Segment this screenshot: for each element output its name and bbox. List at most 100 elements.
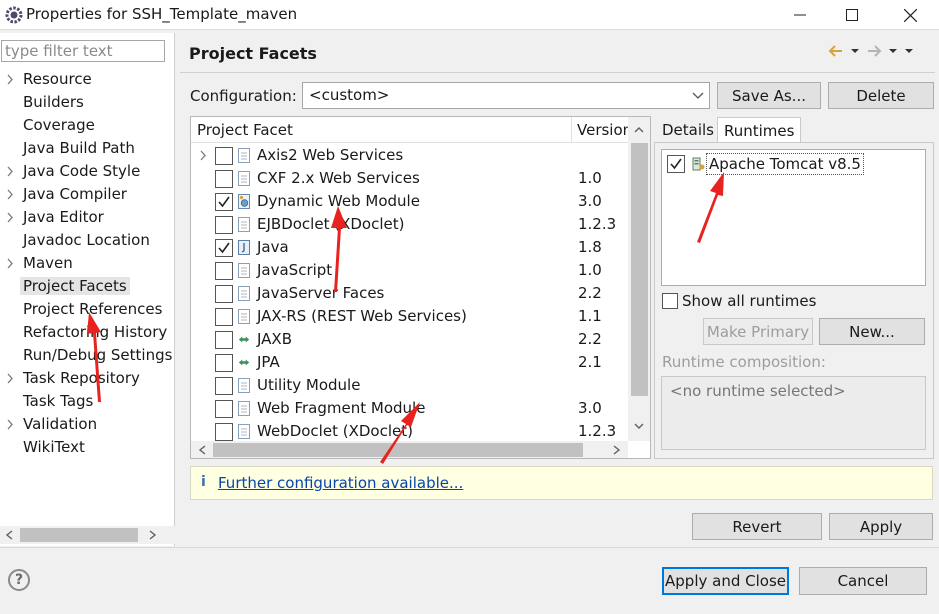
checkmark-icon [218,196,230,208]
revert-button[interactable]: Revert [692,513,822,540]
minimize-icon [794,14,806,16]
chevron-down-icon[interactable] [850,47,860,55]
make-primary-button[interactable]: Make Primary [703,318,813,345]
checkbox[interactable] [662,293,678,309]
tab-runtimes[interactable]: Runtimes [717,117,802,143]
configuration-select[interactable]: <custom> [302,82,710,109]
sidebar-item[interactable]: Task Repository [0,367,175,390]
facet-row[interactable]: JavaScript 1.0 [191,259,628,282]
runtime-checkbox[interactable] [667,155,685,173]
facet-row[interactable]: Axis2 Web Services [191,144,628,167]
filter-input[interactable] [1,40,165,62]
close-button[interactable] [887,0,933,30]
facet-name: Axis2 Web Services [257,146,404,164]
facet-checkbox[interactable] [215,216,233,234]
facets-table: Project Facet Version Axis2 Web Services… [190,116,651,459]
sidebar-item[interactable]: Coverage [0,114,175,137]
scrollbar-graphic [631,127,648,429]
column-header-version[interactable]: Version [572,117,628,142]
facet-checkbox[interactable] [215,423,233,441]
save-as-button[interactable]: Save As... [717,82,821,109]
sidebar-item[interactable]: Project References [0,298,175,321]
chevron-down-icon [692,83,704,117]
facet-checkbox[interactable] [215,170,233,188]
facet-version: 3.0 [578,192,602,210]
apply-and-close-button[interactable]: Apply and Close [662,567,789,595]
facet-row[interactable]: CXF 2.x Web Services 1.0 [191,167,628,190]
maximize-button[interactable] [829,0,875,30]
facet-document-icon [238,217,250,232]
table-horizontal-scrollbar[interactable] [191,441,628,458]
sidebar-item[interactable]: Validation [0,413,175,436]
facet-document-icon [238,401,250,416]
facet-row[interactable]: WebDoclet (XDoclet) 1.2.3 [191,420,628,443]
minimize-button[interactable] [777,0,823,30]
sidebar-item[interactable]: Builders [0,91,175,114]
sidebar-item-label: Project References [23,300,163,318]
facet-checkbox[interactable] [215,354,233,372]
scrollbar-graphic [198,443,621,457]
facet-version: 1.0 [578,261,602,279]
facet-name: Dynamic Web Module [257,192,420,210]
tab-details[interactable]: Details [656,117,720,143]
facet-row[interactable]: JPA 2.1 [191,351,628,374]
facet-row[interactable]: JAX-RS (REST Web Services) 1.1 [191,305,628,328]
runtime-composition-box: <no runtime selected> [661,376,926,450]
apply-button[interactable]: Apply [829,513,933,540]
maximize-icon [846,9,858,21]
facet-row[interactable]: JAXB 2.2 [191,328,628,351]
back-arrow-icon[interactable] [828,44,844,58]
facet-name: EJBDoclet (XDoclet) [257,215,405,233]
sidebar-item[interactable]: Project Facets [0,275,175,298]
sidebar-item[interactable]: Java Compiler [0,183,175,206]
sidebar-item[interactable]: Resource [0,68,175,91]
facet-version: 2.1 [578,353,602,371]
facet-version: 1.0 [578,169,602,187]
facet-checkbox[interactable] [215,377,233,395]
further-configuration-link[interactable]: Further configuration available... [218,474,463,492]
facet-checkbox[interactable] [215,147,233,165]
cancel-button[interactable]: Cancel [799,567,927,595]
sidebar-item[interactable]: Run/Debug Settings [0,344,175,367]
page-navigation [828,42,933,60]
facet-document-icon [238,378,250,393]
sidebar-item[interactable]: Maven [0,252,175,275]
sidebar-horizontal-scrollbar[interactable] [0,526,175,544]
facet-row[interactable]: EJBDoclet (XDoclet) 1.2.3 [191,213,628,236]
facet-version: 2.2 [578,330,602,348]
sidebar-item-label: WikiText [23,438,85,456]
facet-checkbox[interactable] [215,400,233,418]
sidebar-item[interactable]: Task Tags [0,390,175,413]
chevron-down-icon[interactable] [888,47,898,55]
sidebar-item[interactable]: Java Editor [0,206,175,229]
sidebar-item[interactable]: Refactoring History [0,321,175,344]
sidebar-item[interactable]: Javadoc Location [0,229,175,252]
eclipse-gear-icon [5,6,23,24]
facet-checkbox[interactable] [215,239,233,257]
facet-checkbox[interactable] [215,285,233,303]
new-runtime-button[interactable]: New... [819,318,925,345]
column-header-facet[interactable]: Project Facet [191,117,572,142]
facet-name: JPA [257,353,280,371]
facet-row[interactable]: Dynamic Web Module 3.0 [191,190,628,213]
facet-row[interactable]: JavaServer Faces 2.2 [191,282,628,305]
facet-checkbox[interactable] [215,193,233,211]
facet-row[interactable]: Web Fragment Module 3.0 [191,397,628,420]
facet-document-icon [238,286,250,301]
facet-checkbox[interactable] [215,308,233,326]
table-vertical-scrollbar[interactable] [628,117,650,441]
sidebar-item[interactable]: Java Build Path [0,137,175,160]
facet-row[interactable]: Utility Module [191,374,628,397]
facet-checkbox[interactable] [215,331,233,349]
sidebar-item[interactable]: WikiText [0,436,175,459]
forward-arrow-icon[interactable] [866,44,882,58]
facet-name: Web Fragment Module [257,399,426,417]
facet-row[interactable]: Java 1.8 [191,236,628,259]
sidebar-item[interactable]: Java Code Style [0,160,175,183]
sidebar-item-label: Validation [23,415,98,433]
runtimes-list[interactable]: Apache Tomcat v8.5 [661,149,926,286]
facet-checkbox[interactable] [215,262,233,280]
menu-chevron-icon[interactable] [904,47,914,55]
delete-button[interactable]: Delete [828,82,934,109]
help-icon[interactable]: ? [8,569,30,591]
